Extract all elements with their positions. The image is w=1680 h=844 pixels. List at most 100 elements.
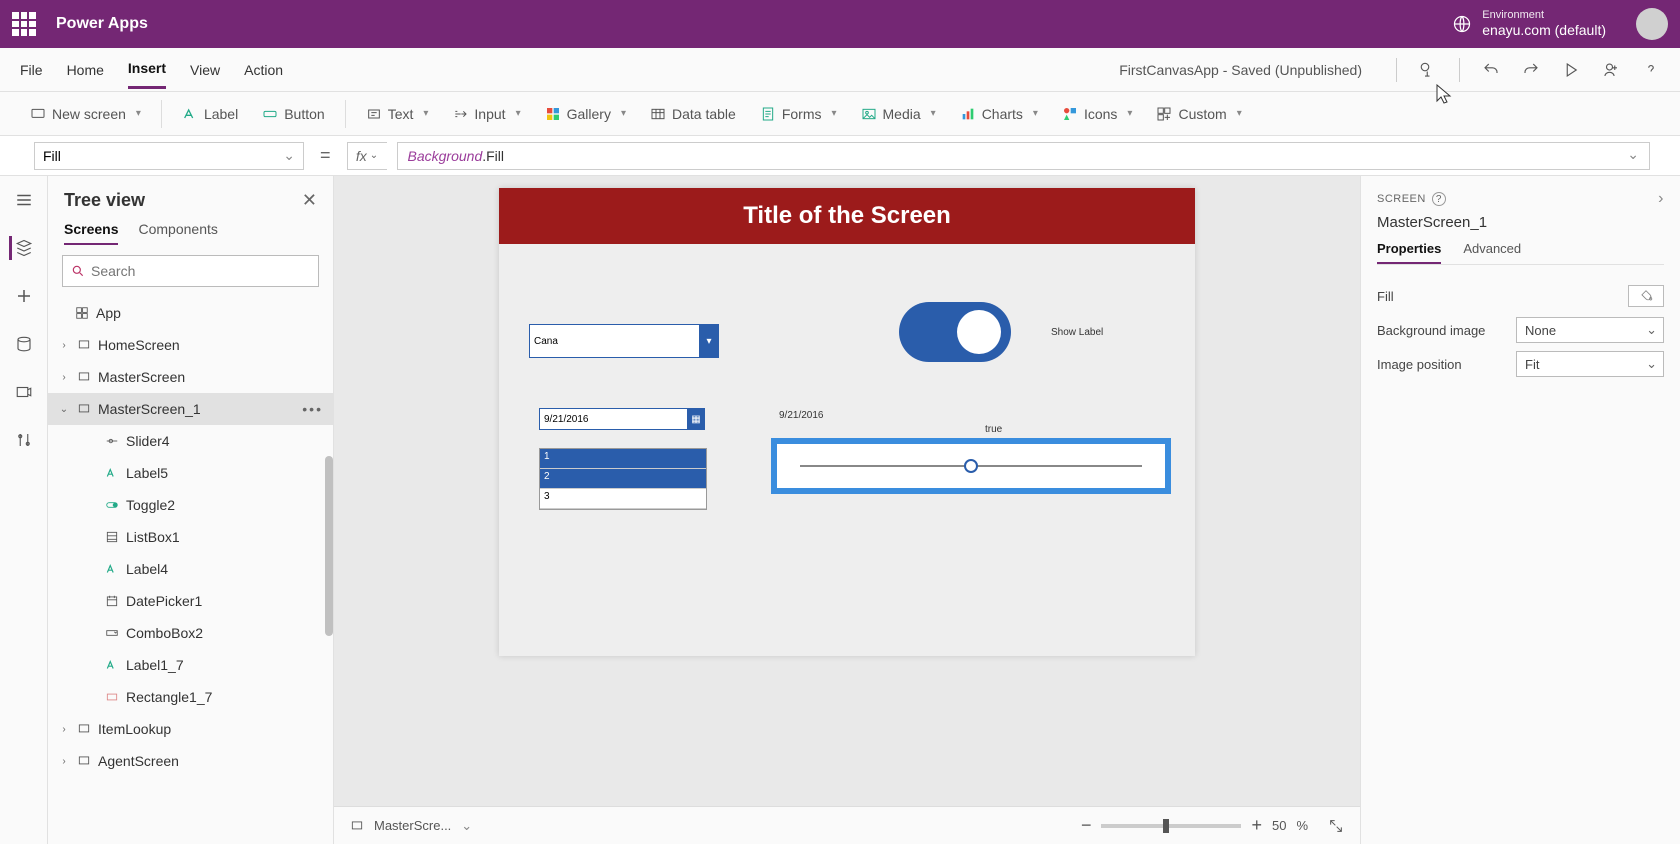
imgpos-dropdown[interactable]: Fit: [1516, 351, 1664, 377]
redo-icon[interactable]: [1522, 61, 1540, 79]
tree-item-label5[interactable]: Label5: [48, 457, 333, 489]
media-rail-icon[interactable]: [12, 380, 36, 404]
menu-file[interactable]: File: [20, 52, 43, 88]
chevron-down-icon[interactable]: ▾: [699, 324, 719, 358]
screen-icon: [76, 337, 92, 353]
fx-button[interactable]: fx: [347, 142, 387, 170]
screen-icon: [76, 721, 92, 737]
tree-item-agentscreen[interactable]: ›AgentScreen: [48, 745, 333, 777]
rectangle-icon: [104, 689, 120, 705]
input-button[interactable]: Input: [442, 100, 530, 128]
waffle-icon[interactable]: [12, 12, 36, 36]
insert-rail-icon[interactable]: [12, 284, 36, 308]
slider-icon: [104, 433, 120, 449]
screen-icon: [350, 819, 364, 833]
canvas-listbox[interactable]: 1 2 3: [539, 448, 707, 510]
zoom-in-button[interactable]: +: [1251, 815, 1262, 836]
tree-list: App ›HomeScreen ›MasterScreen ⌄MasterScr…: [48, 297, 333, 844]
formula-input[interactable]: Background.Fill: [397, 142, 1650, 170]
left-rail: [0, 176, 48, 844]
user-avatar[interactable]: [1636, 8, 1668, 40]
menu-home[interactable]: Home: [67, 52, 104, 88]
zoom-out-button[interactable]: −: [1081, 815, 1092, 836]
close-tree-icon[interactable]: ✕: [302, 190, 317, 211]
gallery-button[interactable]: Gallery: [535, 100, 636, 128]
calendar-icon[interactable]: ▦: [687, 408, 705, 430]
tree-item-listbox1[interactable]: ListBox1: [48, 521, 333, 553]
tree-item-masterscreen1[interactable]: ⌄MasterScreen_1•••: [48, 393, 333, 425]
list-item[interactable]: 1: [540, 449, 706, 469]
forms-button[interactable]: Forms: [750, 100, 847, 128]
fill-swatch[interactable]: [1628, 285, 1664, 307]
help-icon[interactable]: [1642, 61, 1660, 79]
charts-button[interactable]: Charts: [950, 100, 1048, 128]
listbox-icon: [104, 529, 120, 545]
canvas-toggle[interactable]: [899, 302, 1011, 362]
tools-rail-icon[interactable]: [12, 428, 36, 452]
new-screen-button[interactable]: New screen: [20, 100, 151, 128]
tree-item-app[interactable]: App: [48, 297, 333, 329]
app-title: Power Apps: [56, 15, 148, 33]
menu-action[interactable]: Action: [244, 52, 283, 88]
chevron-down-icon[interactable]: ⌄: [461, 818, 472, 834]
tab-advanced[interactable]: Advanced: [1463, 241, 1521, 264]
media-button[interactable]: Media: [851, 100, 946, 128]
global-header: Power Apps Environment enayu.com (defaul…: [0, 0, 1680, 48]
tree-item-rectangle17[interactable]: Rectangle1_7: [48, 681, 333, 713]
screen-icon: [76, 369, 92, 385]
canvas-slider-selected[interactable]: [771, 438, 1171, 494]
list-item[interactable]: 2: [540, 469, 706, 489]
slider-thumb[interactable]: [964, 459, 978, 473]
custom-button[interactable]: Custom: [1146, 100, 1251, 128]
prop-bgimage-label: Background image: [1377, 323, 1485, 338]
menu-insert[interactable]: Insert: [128, 50, 166, 89]
property-select[interactable]: Fill: [34, 142, 304, 170]
tree-item-homescreen[interactable]: ›HomeScreen: [48, 329, 333, 361]
zoom-slider[interactable]: [1101, 824, 1241, 828]
environment-picker[interactable]: Environment enayu.com (default): [1452, 9, 1606, 39]
canvas-screen[interactable]: Title of the Screen Cana ▾ Show Label 9/…: [499, 188, 1195, 656]
data-table-button[interactable]: Data table: [640, 100, 746, 128]
tree-item-slider4[interactable]: Slider4: [48, 425, 333, 457]
canvas-datepicker[interactable]: 9/21/2016 ▦: [539, 408, 705, 430]
tree-item-combobox2[interactable]: ComboBox2: [48, 617, 333, 649]
fit-screen-icon[interactable]: [1328, 818, 1344, 834]
tree-item-datepicker1[interactable]: DatePicker1: [48, 585, 333, 617]
label-button[interactable]: Label: [172, 100, 248, 128]
hamburger-icon[interactable]: [12, 188, 36, 212]
tree-panel: Tree view ✕ Screens Components App ›Home…: [48, 176, 334, 844]
list-item[interactable]: 3: [540, 489, 706, 509]
prop-imgpos-label: Image position: [1377, 357, 1462, 372]
undo-icon[interactable]: [1482, 61, 1500, 79]
play-icon[interactable]: [1562, 61, 1580, 79]
tree-item-label4[interactable]: Label4: [48, 553, 333, 585]
tree-item-itemlookup[interactable]: ›ItemLookup: [48, 713, 333, 745]
bgimage-dropdown[interactable]: None: [1516, 317, 1664, 343]
globe-icon: [1452, 14, 1472, 34]
tab-screens[interactable]: Screens: [64, 221, 118, 245]
search-input[interactable]: [91, 263, 310, 279]
tree-item-toggle2[interactable]: Toggle2: [48, 489, 333, 521]
tree-scrollbar[interactable]: [325, 456, 333, 636]
tree-item-masterscreen[interactable]: ›MasterScreen: [48, 361, 333, 393]
share-icon[interactable]: [1602, 61, 1620, 79]
info-icon[interactable]: ?: [1432, 192, 1446, 206]
screen-title-bar[interactable]: Title of the Screen: [499, 188, 1195, 244]
icons-button[interactable]: Icons: [1052, 100, 1143, 128]
menu-view[interactable]: View: [190, 52, 220, 88]
more-icon[interactable]: •••: [302, 401, 323, 417]
tree-view-icon[interactable]: [9, 236, 33, 260]
expand-props-icon[interactable]: ›: [1658, 190, 1664, 208]
tab-components[interactable]: Components: [138, 221, 217, 245]
tree-item-label17[interactable]: Label1_7: [48, 649, 333, 681]
checker-icon[interactable]: [1419, 61, 1437, 79]
tab-properties[interactable]: Properties: [1377, 241, 1441, 264]
text-button[interactable]: Text: [356, 100, 439, 128]
canvas-combobox[interactable]: Cana ▾: [529, 324, 719, 358]
data-rail-icon[interactable]: [12, 332, 36, 356]
tree-search[interactable]: [62, 255, 319, 287]
status-screen-select[interactable]: MasterScre...: [374, 818, 451, 833]
label-icon: [104, 561, 120, 577]
label-icon: [104, 465, 120, 481]
button-button[interactable]: Button: [252, 100, 334, 128]
